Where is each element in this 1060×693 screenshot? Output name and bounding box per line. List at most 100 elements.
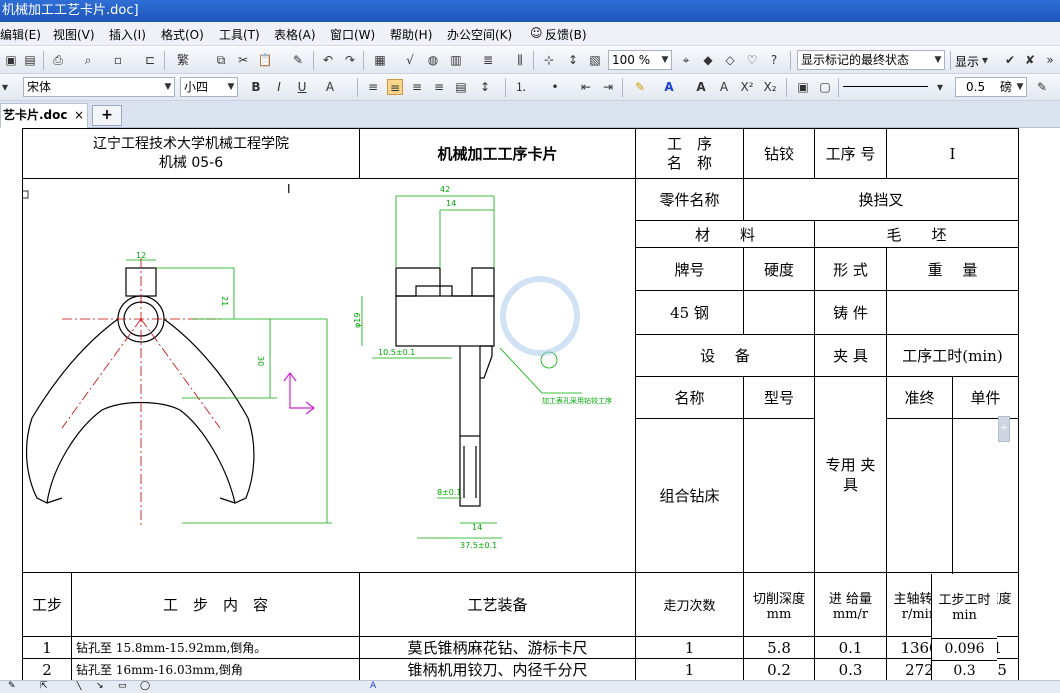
menu-window[interactable]: 窗口(W): [330, 26, 375, 43]
process-number-value: Ⅰ: [886, 128, 1019, 179]
document-tab-label: 艺卡片.doc: [3, 108, 68, 122]
menu-feedback-icon[interactable]: ☺: [530, 26, 543, 40]
bold-icon[interactable]: B: [248, 79, 264, 95]
columns-icon[interactable]: ≣: [480, 52, 496, 68]
weight-label: 重 量: [886, 247, 1019, 291]
grow-font-icon[interactable]: A: [693, 79, 709, 95]
font-size-select[interactable]: 小四 ▼: [180, 77, 238, 97]
help-icon[interactable]: ?: [766, 52, 782, 68]
watermark-logo: [500, 276, 580, 356]
save-icon[interactable]: ▣: [3, 52, 19, 68]
column-chart-icon[interactable]: ⫼: [512, 52, 528, 68]
align-center-icon[interactable]: ≡: [387, 79, 403, 95]
chevron-down-icon: ▼: [661, 55, 669, 65]
menu-table[interactable]: 表格(A): [274, 26, 316, 43]
menu-office-space[interactable]: 办公空间(K): [447, 26, 512, 43]
table-icon[interactable]: ▥: [448, 52, 464, 68]
close-icon[interactable]: ×: [74, 104, 84, 126]
shrink-font-icon[interactable]: A: [716, 79, 732, 95]
line-icon[interactable]: ╲: [76, 681, 81, 691]
draw-icon[interactable]: ✎: [8, 681, 16, 691]
justify-icon[interactable]: ≡: [431, 79, 447, 95]
step-1-depth: 5.8: [743, 636, 815, 659]
dim-12: 12: [136, 251, 146, 260]
next-change-icon[interactable]: »: [1042, 52, 1058, 68]
chevron-down-icon[interactable]: ▾: [980, 52, 990, 68]
font-select[interactable]: 宋体 ▼: [23, 77, 175, 97]
find-icon[interactable]: ⌖: [678, 52, 694, 68]
step-header-feed: 进 给量 mm/r: [814, 572, 887, 637]
paste-icon[interactable]: 📋: [257, 52, 273, 68]
line-style-preview[interactable]: [843, 86, 928, 87]
font-scale-icon[interactable]: A: [322, 79, 338, 95]
new-tab-button[interactable]: +: [92, 105, 122, 126]
bullets-icon[interactable]: •: [547, 79, 563, 95]
undo-icon[interactable]: ↶: [320, 52, 336, 68]
dim-37-5: 37.5±0.1: [460, 541, 497, 550]
document-map-icon[interactable]: ▧: [587, 52, 603, 68]
shapes-icon[interactable]: ♡: [744, 52, 760, 68]
arrow-icon[interactable]: ↘: [96, 681, 104, 691]
dim-21: 21: [220, 296, 229, 306]
subscript-icon[interactable]: X₂: [762, 79, 778, 95]
zoom-select[interactable]: 100 % ▼: [608, 50, 672, 70]
accept-change-icon[interactable]: ✔: [1002, 52, 1018, 68]
traditional-chinese-button[interactable]: 繁: [172, 52, 194, 68]
format-painter-icon[interactable]: ✎: [290, 52, 306, 68]
decrease-indent-icon[interactable]: ⇤: [578, 79, 594, 95]
superscript-icon[interactable]: X²: [739, 79, 755, 95]
cut-icon[interactable]: ✂: [235, 52, 251, 68]
rectangle-icon[interactable]: ▭: [118, 681, 127, 691]
chevron-down-icon[interactable]: ▾: [0, 79, 10, 95]
menu-feedback[interactable]: 反馈(B): [545, 26, 587, 43]
pdf-icon[interactable]: ▤: [22, 52, 38, 68]
fork-front-view: [25, 267, 255, 504]
step-header-passes: 走刀次数: [635, 572, 744, 637]
menu-insert[interactable]: 插入(I): [109, 26, 146, 43]
highlight-icon[interactable]: ✎: [632, 79, 648, 95]
italic-icon[interactable]: I: [271, 79, 287, 95]
copy-format-icon[interactable]: ▫: [110, 52, 126, 68]
drawing-icon[interactable]: ⊹: [541, 52, 557, 68]
select-icon[interactable]: ⇱: [40, 681, 48, 691]
text-box-icon[interactable]: ▣: [795, 79, 811, 95]
template-icon[interactable]: ◇: [722, 52, 738, 68]
page-setup-icon[interactable]: ⊏: [142, 52, 158, 68]
align-right-icon[interactable]: ≡: [409, 79, 425, 95]
side-panel-toggle[interactable]: +: [998, 416, 1010, 442]
chevron-down-icon[interactable]: ▾: [935, 79, 945, 95]
oval-icon[interactable]: ◯: [140, 681, 150, 691]
pen-color-icon[interactable]: ✎: [1034, 79, 1050, 95]
menu-help[interactable]: 帮助(H): [390, 26, 432, 43]
menu-format[interactable]: 格式(O): [161, 26, 204, 43]
copy-icon[interactable]: ⧉: [213, 52, 229, 68]
show-menu[interactable]: 显示: [955, 53, 979, 70]
process-name-value: 钻铰: [743, 128, 815, 179]
font-color-icon[interactable]: A: [370, 681, 376, 691]
align-left-icon[interactable]: ≡: [365, 79, 381, 95]
hyperlink-icon[interactable]: ◍: [425, 52, 441, 68]
part-drawing: 12 21 30 42 14 φ19 10.5±0.1 14 37.5±0.1 …: [22, 182, 612, 550]
print-preview-icon[interactable]: ⌕: [80, 52, 96, 68]
bookmark-icon[interactable]: ◆: [700, 52, 716, 68]
underline-icon[interactable]: U: [294, 79, 310, 95]
formula-icon[interactable]: √: [402, 52, 418, 68]
redo-icon[interactable]: ↷: [342, 52, 358, 68]
distributed-icon[interactable]: ▤: [453, 79, 469, 95]
line-width-select[interactable]: 0.5 磅 ▼: [955, 77, 1027, 97]
track-changes-select[interactable]: 显示标记的最终状态 ▼: [797, 50, 945, 70]
menu-edit[interactable]: 编辑(E): [0, 26, 41, 43]
border-icon[interactable]: ▢: [817, 79, 833, 95]
increase-indent-icon[interactable]: ⇥: [600, 79, 616, 95]
insert-table-icon[interactable]: ▦: [372, 52, 388, 68]
print-icon[interactable]: ⎙: [50, 52, 66, 68]
paragraph-mark-icon[interactable]: ↕: [565, 52, 581, 68]
line-spacing-icon[interactable]: ↕: [477, 79, 493, 95]
menu-tools[interactable]: 工具(T): [219, 26, 260, 43]
reject-change-icon[interactable]: ✘: [1022, 52, 1038, 68]
numbering-icon[interactable]: ⒈: [513, 79, 529, 95]
menu-view[interactable]: 视图(V): [53, 26, 95, 43]
font-color-icon[interactable]: A: [661, 79, 677, 95]
equipment-model-value: [743, 418, 815, 573]
document-tab[interactable]: 艺卡片.doc ×: [0, 103, 88, 128]
